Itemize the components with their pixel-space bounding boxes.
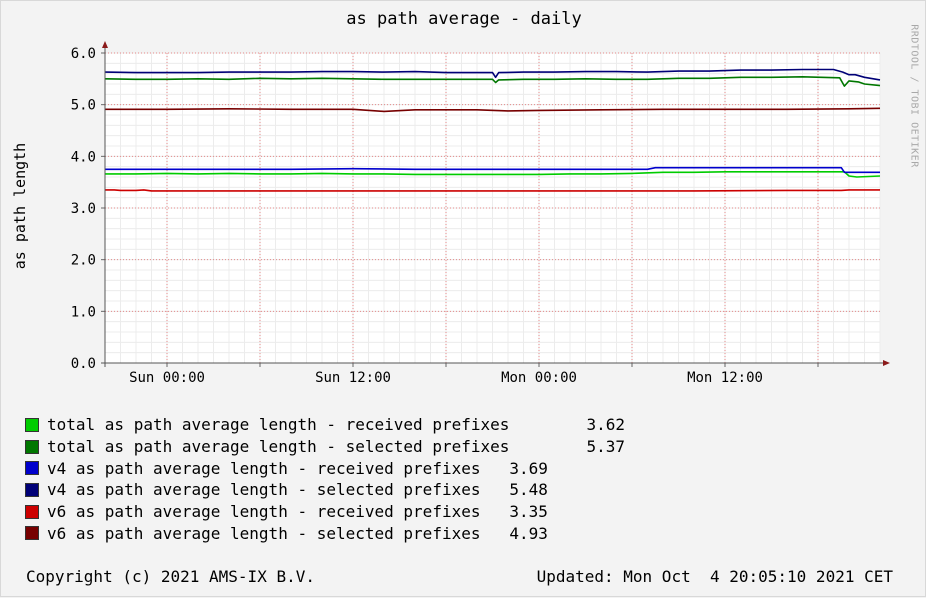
x-tick-label: Mon 12:00 <box>687 370 763 386</box>
legend-value: 4.93 <box>480 523 548 543</box>
legend-value: 5.37 <box>509 437 625 457</box>
legend-label: total as path average length - selected … <box>47 437 510 457</box>
legend-item: v4 as path average length - received pre… <box>25 457 625 479</box>
legend-item: v4 as path average length - selected pre… <box>25 479 625 501</box>
legend-label: total as path average length - received … <box>47 415 510 435</box>
legend-swatch <box>25 526 39 541</box>
graph-frame: as path average - daily as path length R… <box>0 0 926 597</box>
legend-value: 3.35 <box>480 502 548 522</box>
legend-item: total as path average length - received … <box>25 414 625 436</box>
x-axis-arrow <box>883 360 890 366</box>
y-tick-label: 0.0 <box>71 356 96 372</box>
legend-label: v6 as path average length - selected pre… <box>47 523 481 543</box>
y-tick-label: 1.0 <box>71 304 96 320</box>
legend: total as path average length - received … <box>25 414 625 544</box>
y-tick-label: 4.0 <box>71 149 96 165</box>
x-tick-label: Mon 00:00 <box>501 370 577 386</box>
y-axis-arrow <box>102 41 108 48</box>
y-tick-label: 5.0 <box>71 98 96 114</box>
copyright-text: Copyright (c) 2021 AMS-IX B.V. <box>26 567 315 586</box>
legend-label: v4 as path average length - selected pre… <box>47 480 481 500</box>
legend-value: 5.48 <box>480 480 548 500</box>
legend-swatch <box>25 482 39 497</box>
legend-label: v6 as path average length - received pre… <box>47 502 481 522</box>
legend-item: total as path average length - selected … <box>25 436 625 458</box>
y-tick-label: 3.0 <box>71 201 96 217</box>
y-tick-label: 2.0 <box>71 253 96 269</box>
legend-value: 3.62 <box>509 415 625 435</box>
x-tick-label: Sun 12:00 <box>315 370 391 386</box>
legend-swatch <box>25 504 39 519</box>
x-tick-label: Sun 00:00 <box>129 370 205 386</box>
legend-item: v6 as path average length - received pre… <box>25 501 625 523</box>
legend-value: 3.69 <box>480 458 548 478</box>
legend-item: v6 as path average length - selected pre… <box>25 522 625 544</box>
updated-timestamp: Updated: Mon Oct 4 20:05:10 2021 CET <box>536 567 893 586</box>
y-tick-label: 6.0 <box>71 46 96 62</box>
legend-swatch <box>25 417 39 432</box>
legend-label: v4 as path average length - received pre… <box>47 458 481 478</box>
legend-swatch <box>25 461 39 476</box>
legend-swatch <box>25 439 39 454</box>
